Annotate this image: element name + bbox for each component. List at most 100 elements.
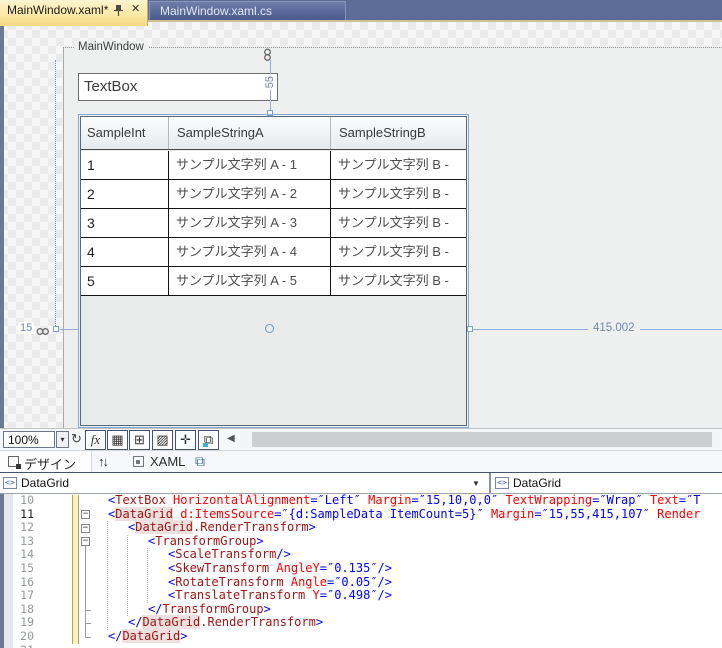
code-token: /> <box>377 588 392 603</box>
code-token: =″0.498″ <box>319 588 378 603</box>
scrollbar-thumb[interactable] <box>252 432 712 447</box>
view-tab-strip: デザイン ↑↓ XAML ⧉ <box>0 450 722 473</box>
code-line[interactable]: </DataGrid> <box>0 629 722 644</box>
code-token: d:ItemsSource <box>180 506 275 521</box>
effects-button[interactable]: fx <box>85 430 106 450</box>
left-guideline <box>55 60 56 330</box>
horizontal-scrollbar[interactable] <box>240 431 720 448</box>
snaplines-button[interactable]: ✛ <box>175 430 196 450</box>
design-window-border <box>63 47 722 48</box>
datagrid-control[interactable]: SampleInt SampleStringA SampleStringB 1 サンプ… <box>80 116 467 426</box>
element-navigator-row: <> DataGrid ▼ <> DataGrid <box>0 472 722 494</box>
zoom-dropdown-arrow[interactable]: ▾ <box>56 431 69 448</box>
code-token: DataGrid <box>115 506 174 521</box>
tab-design-view[interactable]: デザイン <box>0 451 92 473</box>
popout-window-icon[interactable]: ⧉ <box>195 453 205 470</box>
margin-left-line <box>60 329 78 330</box>
datagrid-header: SampleInt SampleStringA SampleStringB <box>81 117 466 150</box>
margin-handle[interactable] <box>467 326 473 332</box>
code-token: Y <box>312 588 320 603</box>
tab-mainwindow-xaml[interactable]: MainWindow.xaml* ✕ <box>0 0 148 26</box>
code-token: /> <box>276 547 291 562</box>
code-token: DataGrid <box>135 520 194 535</box>
grid-row: 4 サンプル文字列 A - 4 サンプル文字列 B - <box>81 238 466 267</box>
transform-center-handle[interactable] <box>265 324 274 333</box>
close-icon[interactable]: ✕ <box>131 2 140 15</box>
margin-anchor-icon[interactable] <box>36 324 50 342</box>
vs-window: MainWindow.xaml* ✕ MainWindow.xaml.cs Ma… <box>0 0 722 648</box>
code-line[interactable]: <TransformGroup> <box>0 533 722 549</box>
margin-right-label: 415.002 <box>588 322 640 334</box>
design-tab-label: デザイン <box>24 457 77 472</box>
code-line[interactable]: <DataGrid.RenderTransform> <box>0 520 722 535</box>
tab-label: MainWindow.xaml* <box>7 3 109 17</box>
code-token: > <box>263 601 271 616</box>
xaml-view-icon <box>133 456 144 467</box>
designer-artboard[interactable]: MainWindow TextBox 55 SampleInt SampleStr… <box>0 22 722 428</box>
grid-row: 3 サンプル文字列 A - 3 サンプル文字列 B - <box>81 209 466 238</box>
design-view-icon <box>8 456 21 469</box>
grid-cell: サンプル文字列 A - 2 <box>176 186 297 201</box>
code-line[interactable]: </TransformGroup> <box>0 601 722 617</box>
code-token: DataGrid <box>142 615 201 630</box>
transparency-button[interactable]: ▨ <box>152 430 173 450</box>
swap-panes-icon[interactable]: ↑↓ <box>98 454 109 469</box>
grid-row: 5 サンプル文字列 A - 5 サンプル文字列 B - <box>81 267 466 296</box>
element-combobox-right[interactable]: <> DataGrid <box>489 473 722 493</box>
show-grid-button[interactable]: ▦ <box>107 430 128 450</box>
code-token: TranslateTransform <box>175 588 306 603</box>
xaml-code-editor[interactable]: 10 <TextBox HorizontalAlignment=″Left″ Ma… <box>0 493 722 648</box>
textbox-control[interactable]: TextBox <box>78 73 278 101</box>
grid-cell: 1 <box>87 157 95 173</box>
grid-cell: サンプル文字列 B - <box>338 157 449 172</box>
scroll-left-arrow[interactable]: ◀ <box>227 433 235 444</box>
xaml-tab-label: XAML <box>150 454 186 469</box>
code-line[interactable] <box>0 644 722 648</box>
code-token: Margin <box>490 506 535 521</box>
code-token: SkewTransform <box>175 561 270 575</box>
code-line[interactable]: <DataGrid d:ItemsSource=″{d:SampleData I… <box>0 506 722 522</box>
code-token: TransformGroup <box>155 533 257 548</box>
refresh-icon[interactable]: ↻ <box>71 431 85 448</box>
grid-cell: サンプル文字列 B - <box>338 215 449 230</box>
code-token: TextBox <box>115 493 166 507</box>
code-token: > <box>256 533 264 548</box>
snap-to-grid-button[interactable]: ⊞ <box>129 430 150 450</box>
xml-tag-icon: <> <box>495 477 509 489</box>
code-line[interactable]: <TranslateTransform Y=″0.498″/> <box>0 588 722 603</box>
designer-toolbar: 100% ▾ ↻ fx ▦ ⊞ ▨ ✛ ⧉ ◀ <box>0 428 722 450</box>
artboard-button[interactable]: ⧉ <box>198 430 219 450</box>
margin-handle[interactable] <box>53 326 59 332</box>
code-token: /> <box>377 574 392 589</box>
grid-row: 1 サンプル文字列 A - 1 サンプル文字列 B - <box>81 151 466 180</box>
code-token: > <box>180 629 188 643</box>
code-token: RotateTransform <box>175 574 284 589</box>
code-token: Margin <box>368 493 412 507</box>
zoom-combobox[interactable]: 100% <box>3 431 55 448</box>
grid-cell: サンプル文字列 A - 3 <box>176 215 297 230</box>
code-token: </ <box>148 601 163 616</box>
tab-xaml-view[interactable]: XAML <box>125 451 193 473</box>
grid-column-header: SampleInt <box>87 125 146 140</box>
code-token: .RenderTransform <box>200 615 316 630</box>
grid-line <box>168 151 169 296</box>
element-combobox-left-value: DataGrid <box>21 476 70 490</box>
code-token: =″15,55,415,107″ <box>534 506 650 521</box>
pin-icon[interactable] <box>113 4 123 20</box>
element-combobox-left[interactable]: <> DataGrid ▼ <box>0 473 486 493</box>
window-edge <box>0 22 4 428</box>
tab-mainwindow-xaml-cs[interactable]: MainWindow.xaml.cs <box>149 1 346 20</box>
grid-cell: サンプル文字列 A - 5 <box>176 273 297 288</box>
element-combobox-right-value: DataGrid <box>513 476 562 490</box>
code-token: HorizontalAlignment <box>173 493 311 507</box>
grid-column-header: SampleStringB <box>330 117 466 149</box>
code-token: > <box>315 615 324 630</box>
chevron-down-icon[interactable]: ▼ <box>472 479 480 488</box>
margin-anchor-icon[interactable] <box>262 48 273 67</box>
code-token: > <box>308 520 316 535</box>
code-token: =″15,10,0,0″ <box>411 493 499 507</box>
code-token: Text <box>649 493 679 507</box>
